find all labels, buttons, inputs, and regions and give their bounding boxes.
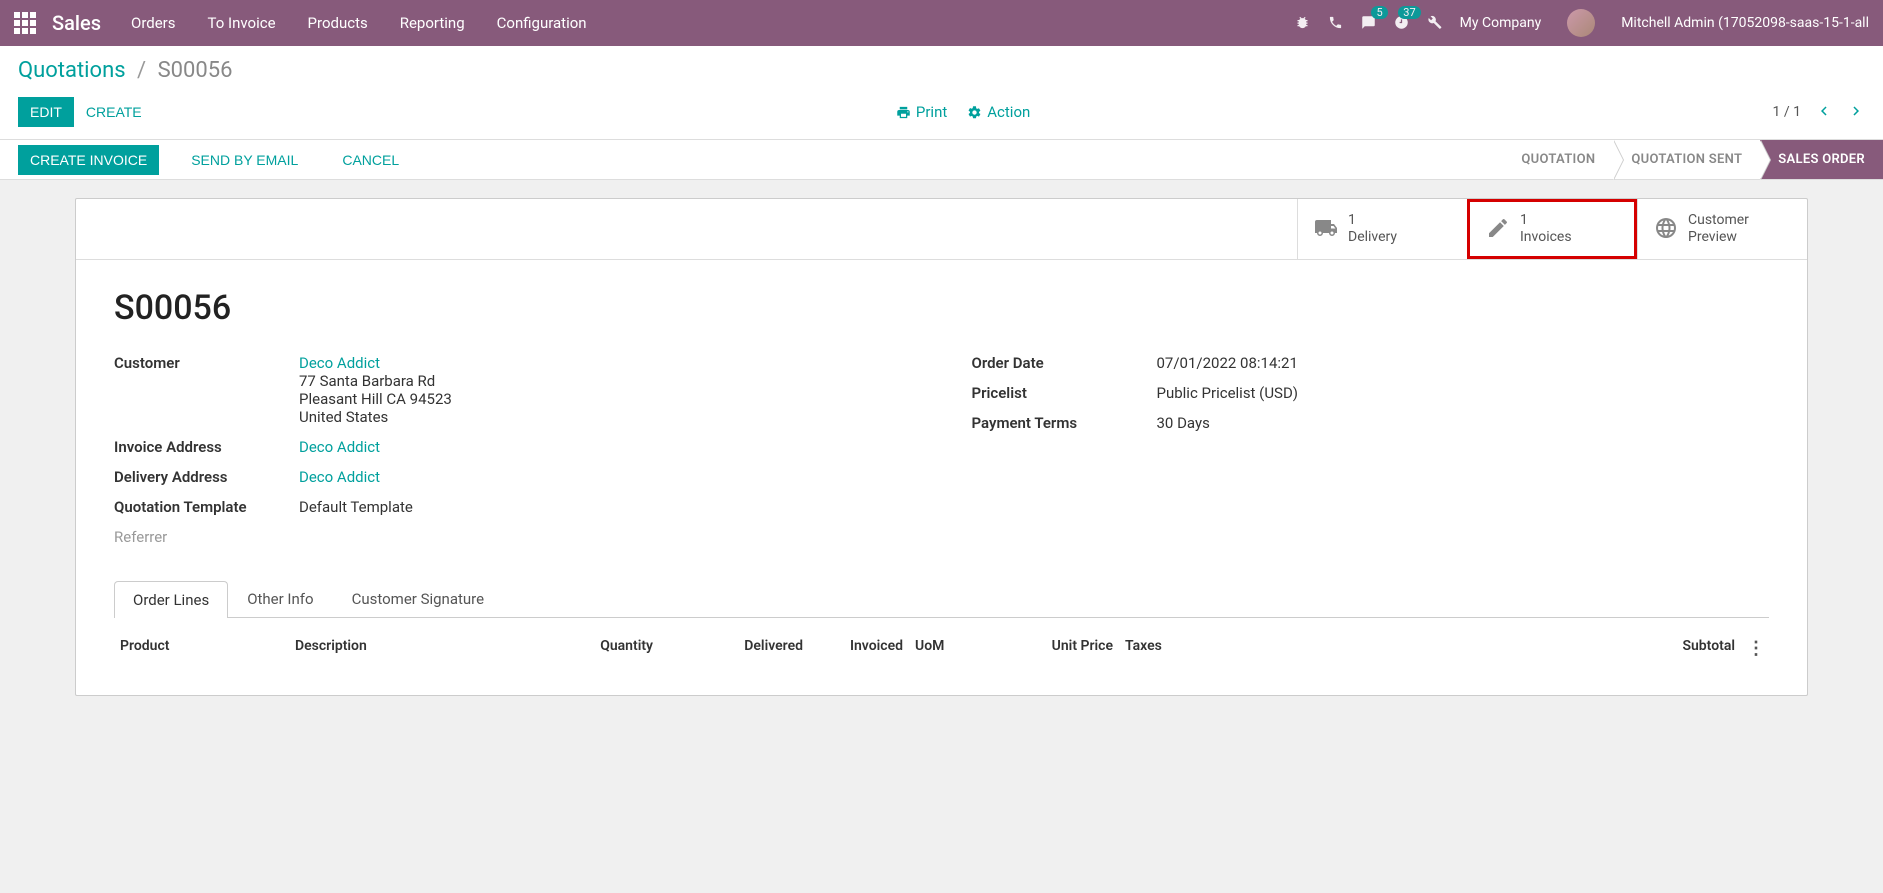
- label-quotation-template: Quotation Template: [114, 498, 299, 516]
- col-product: Product: [114, 638, 289, 659]
- label-referrer: Referrer: [114, 528, 299, 546]
- col-unit-price: Unit Price: [1009, 638, 1119, 659]
- avatar[interactable]: [1567, 9, 1595, 37]
- table-header: Product Description Quantity Delivered I…: [114, 630, 1769, 667]
- delivery-address-link[interactable]: Deco Addict: [299, 468, 380, 486]
- customer-addr2: Pleasant Hill CA 94523: [299, 390, 912, 408]
- company-switcher[interactable]: My Company: [1460, 15, 1542, 31]
- globe-icon: [1654, 215, 1678, 243]
- delivery-label: Delivery: [1348, 229, 1397, 246]
- pager-prev[interactable]: [1815, 102, 1833, 123]
- clock-badge: 37: [1398, 6, 1420, 19]
- pencil-square-icon: [1486, 215, 1510, 243]
- menu-orders[interactable]: Orders: [131, 14, 176, 32]
- menu-reporting[interactable]: Reporting: [400, 14, 465, 32]
- create-invoice-button[interactable]: CREATE INVOICE: [18, 145, 159, 175]
- col-quantity: Quantity: [549, 638, 659, 659]
- col-invoiced: Invoiced: [809, 638, 909, 659]
- create-button[interactable]: CREATE: [74, 97, 154, 127]
- pager-next[interactable]: [1847, 102, 1865, 123]
- gear-icon: [967, 105, 982, 120]
- order-lines-table: Product Description Quantity Delivered I…: [114, 630, 1769, 667]
- preview-line1: Customer: [1688, 212, 1749, 229]
- breadcrumb-row: Quotations / S00056: [0, 46, 1883, 89]
- main-menu: Orders To Invoice Products Reporting Con…: [131, 14, 587, 32]
- tab-order-lines[interactable]: Order Lines: [114, 581, 228, 618]
- pricelist-value: Public Pricelist (USD): [1157, 384, 1770, 402]
- stat-buttons: 1 Delivery 1 Invoices Customer: [76, 199, 1807, 260]
- action-bar: CREATE INVOICE SEND BY EMAIL CANCEL QUOT…: [0, 140, 1883, 180]
- stat-button-delivery[interactable]: 1 Delivery: [1297, 199, 1467, 259]
- cancel-button[interactable]: CANCEL: [330, 145, 411, 175]
- invoice-address-link[interactable]: Deco Addict: [299, 438, 380, 456]
- print-icon: [896, 105, 911, 120]
- phone-icon[interactable]: [1328, 14, 1343, 32]
- breadcrumb-current: S00056: [158, 58, 233, 83]
- column-options-icon[interactable]: ⋮: [1747, 638, 1765, 659]
- col-subtotal: Subtotal: [1289, 638, 1741, 659]
- action-button[interactable]: Action: [967, 103, 1030, 121]
- apps-icon[interactable]: [14, 12, 36, 34]
- chevron-left-icon: [1815, 102, 1833, 120]
- label-invoice-address: Invoice Address: [114, 438, 299, 456]
- action-label: Action: [987, 103, 1030, 121]
- order-date-value: 07/01/2022 08:14:21: [1157, 354, 1770, 372]
- record-title: S00056: [114, 288, 1769, 328]
- app-brand[interactable]: Sales: [52, 11, 101, 35]
- breadcrumb-parent[interactable]: Quotations: [18, 58, 126, 83]
- status-bar: QUOTATION QUOTATION SENT SALES ORDER: [411, 140, 1883, 179]
- customer-link[interactable]: Deco Addict: [299, 354, 380, 372]
- stat-button-preview[interactable]: Customer Preview: [1637, 199, 1807, 259]
- col-uom: UoM: [909, 638, 1009, 659]
- customer-addr3: United States: [299, 408, 912, 426]
- print-label: Print: [916, 103, 947, 121]
- tab-other-info[interactable]: Other Info: [228, 580, 332, 617]
- invoices-count: 1: [1520, 212, 1572, 229]
- col-description: Description: [289, 638, 549, 659]
- send-email-button[interactable]: SEND BY EMAIL: [179, 145, 310, 175]
- form-sheet: 1 Delivery 1 Invoices Customer: [75, 198, 1808, 696]
- chat-icon[interactable]: 5: [1361, 14, 1376, 32]
- user-menu[interactable]: Mitchell Admin (17052098-saas-15-1-all: [1621, 15, 1869, 31]
- clock-icon[interactable]: 37: [1394, 14, 1409, 32]
- label-pricelist: Pricelist: [972, 384, 1157, 402]
- label-order-date: Order Date: [972, 354, 1157, 372]
- status-quotation-sent[interactable]: QUOTATION SENT: [1613, 140, 1760, 179]
- customer-addr1: 77 Santa Barbara Rd: [299, 372, 912, 390]
- col-taxes: Taxes: [1119, 638, 1289, 659]
- preview-line2: Preview: [1688, 229, 1749, 246]
- menu-configuration[interactable]: Configuration: [497, 14, 587, 32]
- top-navbar: Sales Orders To Invoice Products Reporti…: [0, 0, 1883, 46]
- chevron-right-icon: [1847, 102, 1865, 120]
- tabs: Order Lines Other Info Customer Signatur…: [114, 580, 1769, 618]
- status-sales-order[interactable]: SALES ORDER: [1760, 140, 1883, 179]
- pager-value[interactable]: 1 / 1: [1773, 104, 1801, 120]
- edit-button[interactable]: EDIT: [18, 97, 74, 127]
- bug-icon[interactable]: [1295, 14, 1310, 32]
- invoices-label: Invoices: [1520, 229, 1572, 246]
- status-quotation[interactable]: QUOTATION: [1503, 140, 1613, 179]
- tools-icon[interactable]: [1427, 14, 1442, 32]
- chat-badge: 5: [1371, 6, 1387, 19]
- menu-products[interactable]: Products: [308, 14, 368, 32]
- label-payment-terms: Payment Terms: [972, 414, 1157, 432]
- label-delivery-address: Delivery Address: [114, 468, 299, 486]
- control-bar: EDIT CREATE Print Action 1 / 1: [0, 89, 1883, 140]
- print-button[interactable]: Print: [896, 103, 947, 121]
- label-customer: Customer: [114, 354, 299, 426]
- breadcrumb-sep: /: [137, 58, 146, 83]
- tab-customer-signature[interactable]: Customer Signature: [333, 580, 504, 617]
- truck-icon: [1314, 215, 1338, 243]
- systray: 5 37 My Company Mitchell Admin (17052098…: [1295, 9, 1869, 37]
- referrer-value: [299, 528, 912, 546]
- breadcrumb: Quotations / S00056: [18, 58, 232, 83]
- quotation-template-value: Default Template: [299, 498, 912, 516]
- menu-to-invoice[interactable]: To Invoice: [208, 14, 276, 32]
- col-delivered: Delivered: [659, 638, 809, 659]
- payment-terms-value: 30 Days: [1157, 414, 1770, 432]
- delivery-count: 1: [1348, 212, 1397, 229]
- stat-button-invoices[interactable]: 1 Invoices: [1467, 199, 1637, 259]
- pager: 1 / 1: [1773, 102, 1865, 123]
